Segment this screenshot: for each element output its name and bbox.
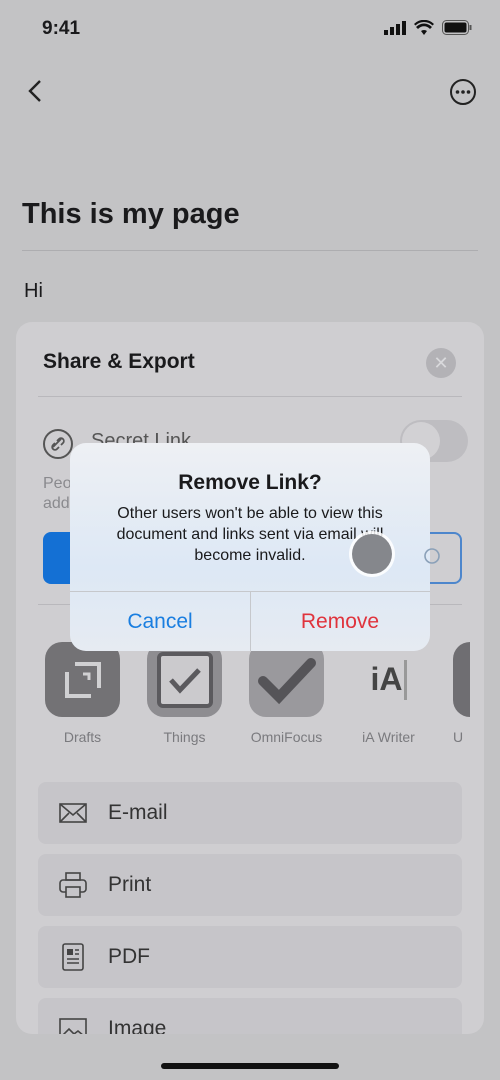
- touch-indicator: [352, 534, 392, 574]
- app-drafts[interactable]: Drafts: [45, 642, 120, 745]
- envelope-icon: [59, 803, 87, 823]
- remove-button[interactable]: Remove: [250, 592, 430, 651]
- app-ia-writer[interactable]: iA iA Writer: [351, 642, 426, 745]
- status-icons: [384, 20, 472, 35]
- secret-link-description: Peo add: [43, 475, 72, 512]
- pdf-icon: [62, 943, 84, 971]
- cancel-button[interactable]: Cancel: [70, 592, 250, 651]
- gear-icon: [424, 548, 440, 564]
- ia-writer-icon: iA: [351, 642, 426, 717]
- print-row[interactable]: Print: [38, 854, 462, 916]
- omnifocus-icon: [249, 642, 324, 717]
- link-icon: [43, 429, 73, 459]
- image-row[interactable]: Image: [38, 998, 462, 1034]
- things-icon: [147, 642, 222, 717]
- more-icon[interactable]: [449, 78, 477, 106]
- app-things[interactable]: Things: [147, 642, 222, 745]
- ulysses-icon: [453, 642, 470, 717]
- signal-icon: [384, 20, 406, 35]
- battery-icon: [442, 20, 472, 35]
- email-row[interactable]: E-mail: [38, 782, 462, 844]
- page-title: This is my page: [22, 198, 240, 230]
- app-omnifocus[interactable]: OmniFocus: [249, 642, 324, 745]
- share-export-sheet: Share & Export ✕ Secret Link Peo add Draf…: [16, 322, 484, 1034]
- divider: [38, 396, 462, 397]
- pdf-row[interactable]: PDF: [38, 926, 462, 988]
- divider: [22, 250, 478, 251]
- sheet-title: Share & Export: [43, 350, 195, 373]
- wifi-icon: [414, 20, 434, 35]
- app-list: Drafts Things OmniFocus iA iA Writer U: [45, 642, 470, 745]
- app-ulysses[interactable]: U: [453, 642, 470, 745]
- image-icon: [59, 1018, 87, 1034]
- drafts-icon: [45, 642, 120, 717]
- alert-title: Remove Link?: [178, 471, 322, 494]
- home-indicator[interactable]: [161, 1063, 339, 1069]
- printer-icon: [59, 872, 87, 898]
- back-chevron-icon[interactable]: [26, 78, 46, 104]
- status-time: 9:41: [42, 18, 81, 39]
- close-icon: ✕: [433, 353, 449, 373]
- page-body[interactable]: Hi: [24, 280, 43, 303]
- close-button[interactable]: ✕: [426, 348, 456, 378]
